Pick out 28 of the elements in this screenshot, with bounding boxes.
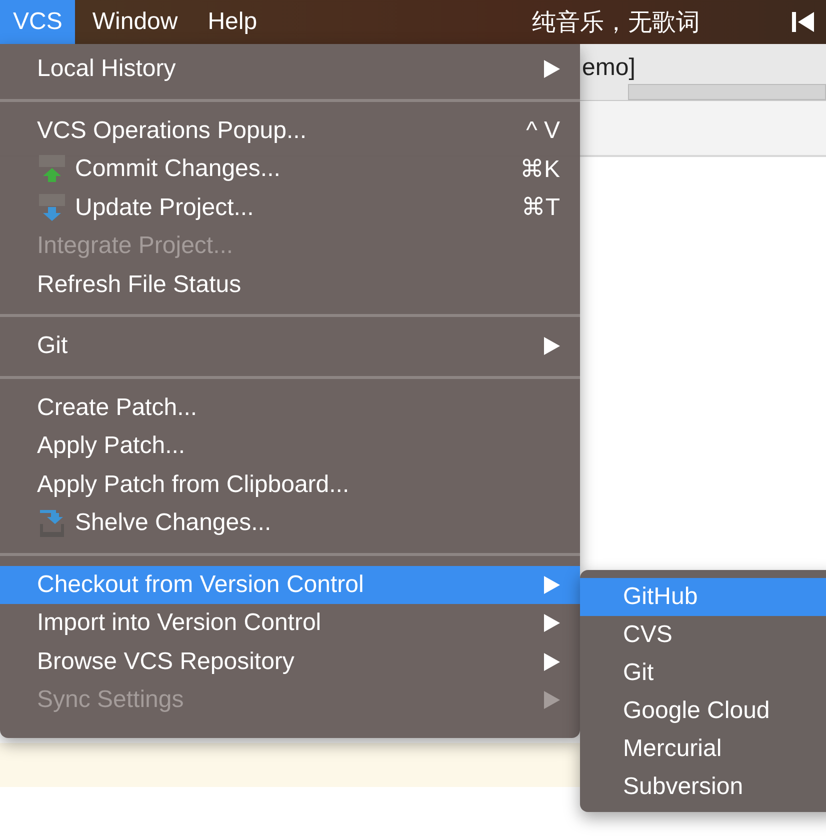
menu-item[interactable]: Git	[580, 654, 826, 692]
menu-item[interactable]: Mercurial	[580, 730, 826, 768]
menu-item[interactable]: VCS Operations Popup... ^ V	[0, 112, 580, 150]
menu-item[interactable]: Update Project... ⌘T	[0, 188, 580, 227]
menu-bar-item[interactable]: VCS	[0, 0, 76, 44]
menu-item[interactable]: Local History	[0, 50, 580, 88]
menu-item[interactable]: Commit Changes... ⌘K	[0, 150, 580, 188]
menu-item[interactable]: Refresh File Status	[0, 266, 580, 304]
menu-bar-item[interactable]: Window	[79, 0, 191, 44]
now-playing-text: 纯音乐，无歌词	[532, 7, 700, 38]
menu-item[interactable]: Google Cloud	[580, 692, 826, 730]
window-title: emo]	[582, 54, 636, 82]
menu-item[interactable]: Create Patch...	[0, 388, 580, 427]
menu-item[interactable]: Browse VCS Repository	[0, 642, 580, 681]
menu-item[interactable]: Checkout from Version Control	[0, 566, 580, 604]
menu-item[interactable]: Shelve Changes...	[0, 504, 580, 542]
menu-item[interactable]: Subversion	[580, 768, 826, 806]
shelve-icon	[37, 508, 67, 538]
menu-item[interactable]: Import into Version Control	[0, 604, 580, 642]
menu-item[interactable]: Apply Patch from Clipboard...	[0, 466, 580, 504]
vcs-up-arrow-icon	[37, 154, 67, 184]
vcs-down-arrow-icon	[37, 192, 67, 223]
skip-back-icon[interactable]	[792, 12, 814, 32]
menu-item[interactable]: CVS	[580, 616, 826, 654]
menu-item[interactable]: Git	[0, 327, 580, 366]
menu-item[interactable]: Apply Patch...	[0, 427, 580, 466]
menu-bar-item[interactable]: Help	[194, 0, 270, 44]
menu-item[interactable]: GitHub	[580, 578, 826, 616]
